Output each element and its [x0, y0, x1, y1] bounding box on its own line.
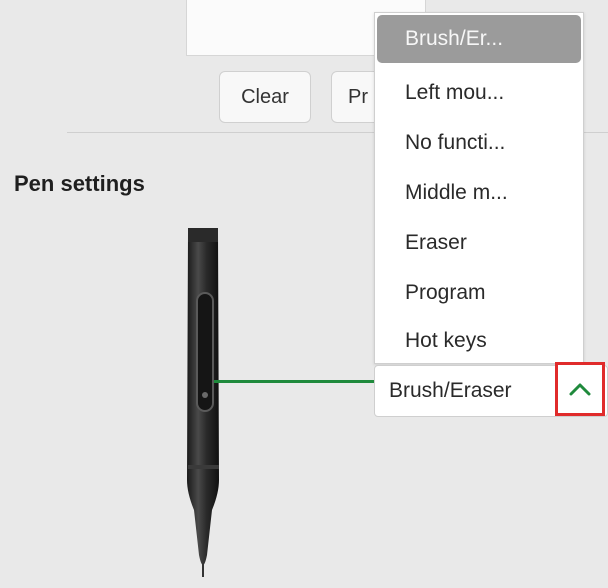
connector-line [214, 380, 374, 383]
menu-item-eraser[interactable]: Eraser [377, 219, 581, 267]
menu-item-hot-keys[interactable]: Hot keys [377, 317, 581, 365]
menu-item-brush-eraser[interactable]: Brush/Er... [377, 15, 581, 63]
chevron-up-icon [569, 383, 591, 396]
menu-item-left-mouse[interactable]: Left mou... [377, 69, 581, 117]
dropdown-toggle-button[interactable] [555, 362, 605, 416]
button-function-select[interactable]: Brush/Eraser [374, 362, 608, 417]
button-function-dropdown-menu: Brush/Er... Left mou... No functi... Mid… [374, 12, 584, 364]
clear-button[interactable]: Clear [219, 71, 311, 123]
pen-settings-title: Pen settings [14, 171, 145, 196]
select-current-value: Brush/Eraser [389, 379, 512, 402]
menu-item-middle-mouse[interactable]: Middle m... [377, 169, 581, 217]
pen-illustration [165, 225, 245, 583]
clear-button-label: Clear [241, 85, 289, 108]
menu-item-no-function[interactable]: No functi... [377, 119, 581, 167]
program-button-label: Pr [348, 85, 368, 108]
pen-icon [187, 228, 219, 577]
menu-item-program[interactable]: Program [377, 269, 581, 317]
